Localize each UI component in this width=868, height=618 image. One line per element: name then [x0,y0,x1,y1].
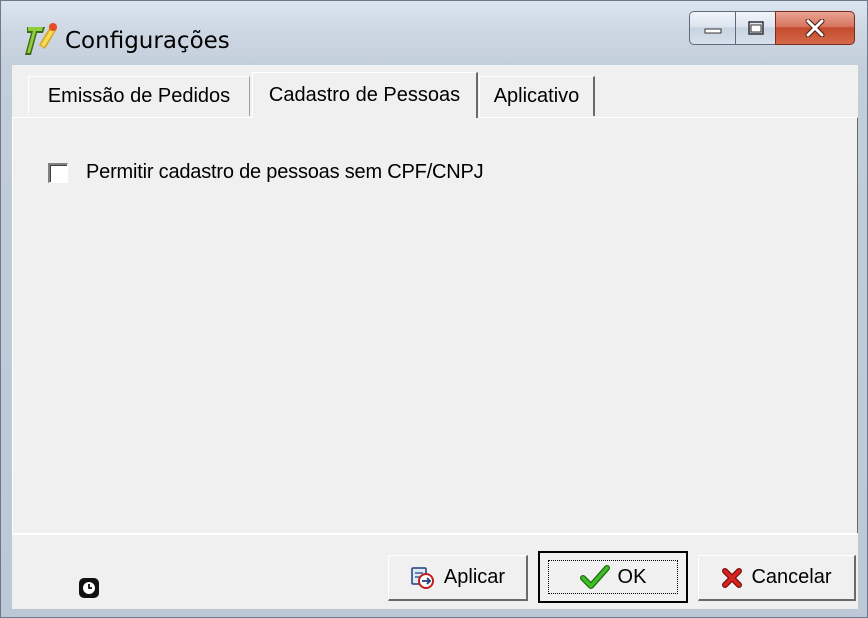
window: Configurações Emissão de Pedidos Cadastr… [0,0,868,618]
cancel-button[interactable]: Cancelar [698,555,856,601]
window-controls [689,11,855,45]
app-icon [25,23,57,55]
focus-rectangle [548,560,678,594]
cancel-label: Cancelar [751,566,832,588]
apply-icon [410,566,436,590]
tab-label: Cadastro de Pessoas [268,84,461,106]
tab-cadastro-de-pessoas[interactable]: Cadastro de Pessoas [252,72,478,118]
minimize-button[interactable] [689,11,735,45]
tab-label: Emissão de Pedidos [47,85,231,107]
clock-icon[interactable] [78,577,100,599]
maximize-button[interactable] [735,11,775,45]
apply-label: Aplicar [443,566,506,588]
minimize-icon [704,28,721,34]
x-icon [721,567,743,589]
permitir-cadastro-checkbox-row[interactable]: Permitir cadastro de pessoas sem CPF/CNP… [48,161,484,184]
tab-emissao-de-pedidos[interactable]: Emissão de Pedidos [28,76,250,116]
permitir-cadastro-checkbox[interactable] [48,162,68,183]
close-icon [805,19,825,37]
close-button[interactable] [775,11,855,45]
window-title: Configurações [65,28,230,54]
tab-aplicativo[interactable]: Aplicativo [479,76,595,116]
dialog-client-area: Emissão de Pedidos Cadastro de Pessoas A… [12,65,858,609]
ok-button[interactable]: OK [538,551,688,603]
tab-strip: Emissão de Pedidos Cadastro de Pessoas A… [12,65,858,125]
tab-label: Aplicativo [493,85,580,107]
button-bar: Aplicar OK Cancelar [12,533,858,609]
title-bar[interactable]: Configurações [1,1,867,65]
maximize-icon [747,21,764,35]
apply-button[interactable]: Aplicar [388,555,528,601]
permitir-cadastro-label[interactable]: Permitir cadastro de pessoas sem CPF/CNP… [86,161,484,184]
